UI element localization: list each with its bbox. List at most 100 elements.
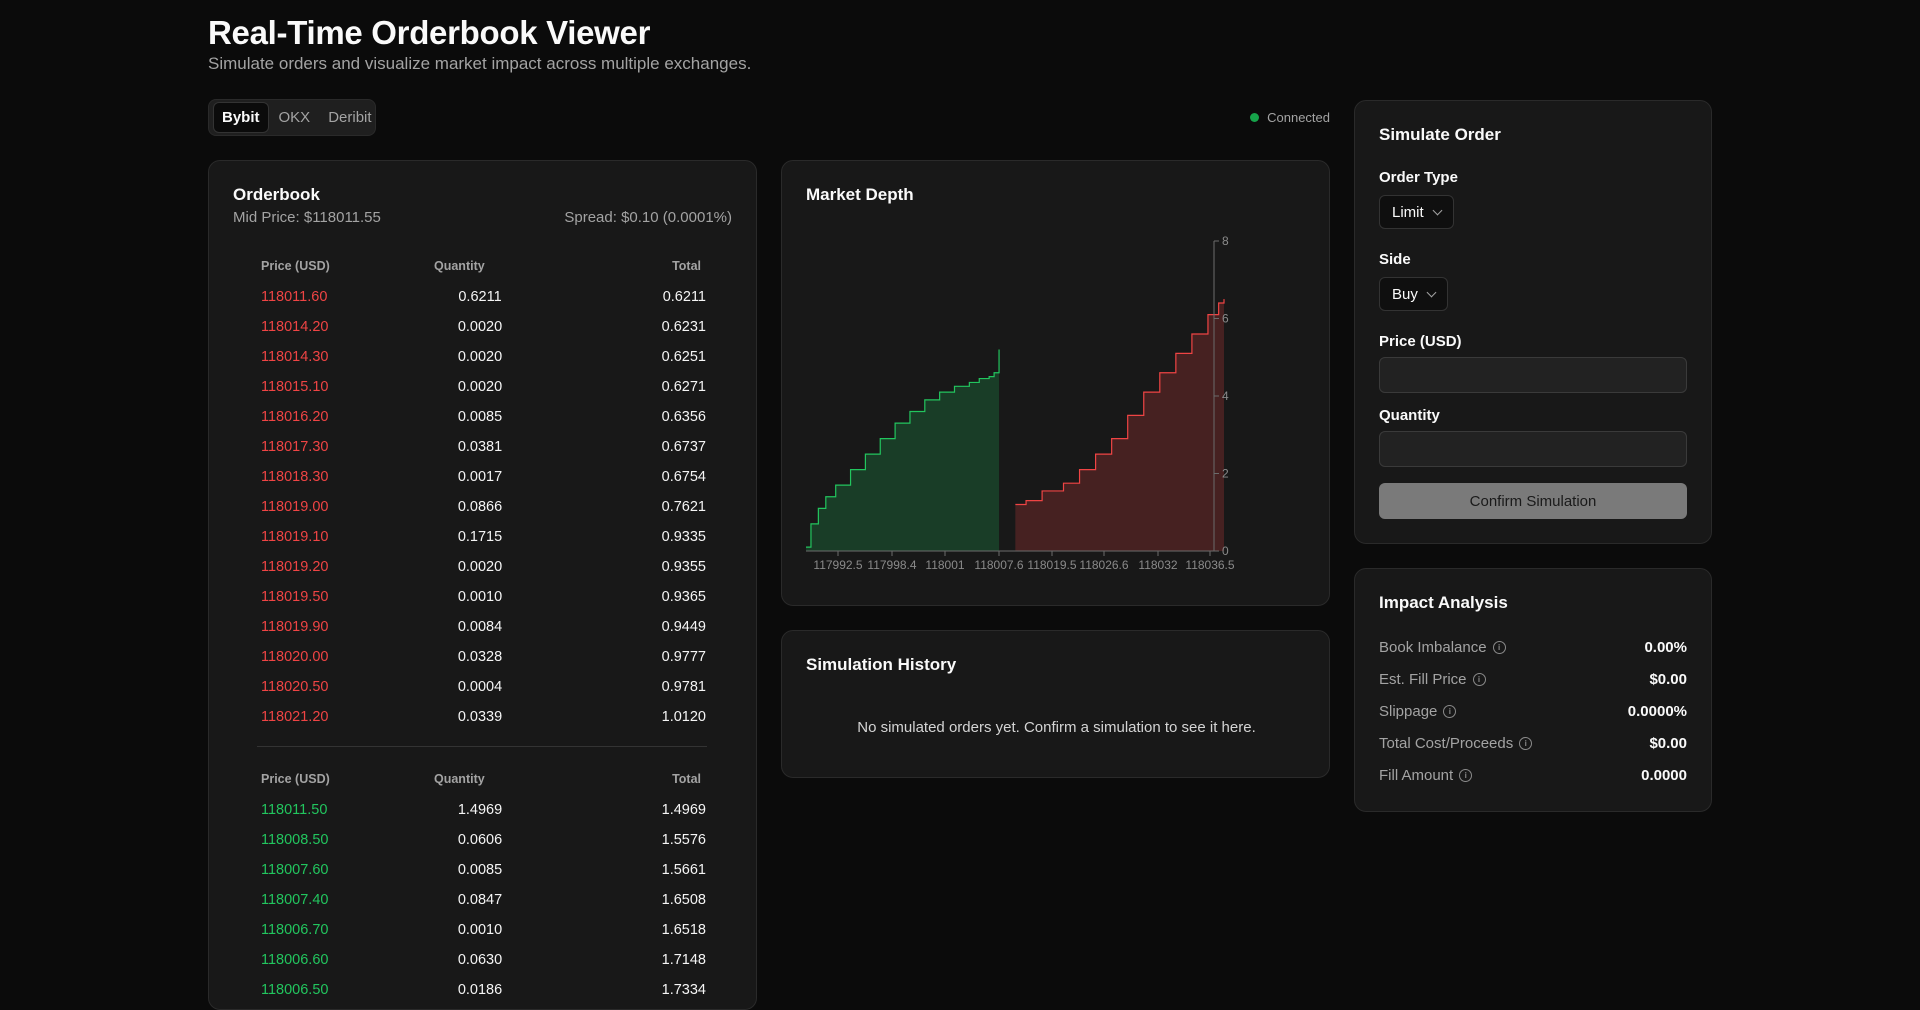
simulation-history-title: Simulation History [806,655,957,674]
tab-bybit[interactable]: Bybit [213,102,269,133]
ask-quantity: 0.0085 [457,409,503,425]
bid-quantity: 0.0630 [457,952,503,968]
ask-row[interactable]: 118019.90 0.0084 0.9449 [209,613,758,643]
ask-row[interactable]: 118018.30 0.0017 0.6754 [209,463,758,493]
asks-col-price: Price (USD) [261,259,330,273]
ask-row[interactable]: 118021.20 0.0339 1.0120 [209,703,758,733]
bid-row[interactable]: 118006.50 0.0186 1.7334 [209,976,758,1006]
ask-row[interactable]: 118017.30 0.0381 0.6737 [209,433,758,463]
bid-price: 118006.60 [261,952,329,968]
y-tick-label: 0 [1222,544,1229,558]
impact-label-text: Book Imbalance [1379,639,1487,656]
confirm-simulation-button[interactable]: Confirm Simulation [1379,483,1687,519]
bids-table-header: Price (USD) Quantity Total [261,772,701,792]
bid-row[interactable]: 118011.50 1.4969 1.4969 [209,796,758,826]
orderbook-title: Orderbook [233,185,320,204]
ask-row[interactable]: 118015.10 0.0020 0.6271 [209,373,758,403]
ask-total: 0.9365 [661,589,706,605]
ask-row[interactable]: 118020.50 0.0004 0.9781 [209,673,758,703]
mid-price: Mid Price: $118011.55 [233,209,381,226]
impact-value: 0.0000% [1627,703,1687,720]
bid-row[interactable]: 118006.60 0.0630 1.7148 [209,946,758,976]
ask-price: 118020.00 [261,649,329,665]
ask-price: 118016.20 [261,409,329,425]
x-tick-label: 118007.6 [974,558,1023,572]
info-icon[interactable]: i [1443,705,1457,718]
status-dot-icon [1250,113,1260,122]
bid-row[interactable]: 118006.70 0.0010 1.6518 [209,916,758,946]
ask-price: 118014.20 [261,319,329,335]
side-select[interactable]: Buy [1379,277,1448,311]
x-tick-label: 117992.5 [813,558,862,572]
y-tick-label: 8 [1222,234,1229,248]
ask-price: 118018.30 [261,469,329,485]
info-icon[interactable]: i [1472,673,1486,686]
y-tick-label: 6 [1222,312,1229,326]
page-subtitle: Simulate orders and visualize market imp… [208,54,752,73]
ask-row[interactable]: 118019.20 0.0020 0.9355 [209,553,758,583]
ask-quantity: 0.0381 [457,439,503,455]
orderbook-card: Orderbook Mid Price: $118011.55 Spread: … [208,160,757,1010]
quantity-input[interactable] [1379,431,1687,467]
bid-total: 1.4969 [661,802,706,818]
impact-label: Book Imbalance i [1379,639,1506,656]
impact-value: 0.00% [1644,639,1687,656]
ask-quantity: 0.0020 [457,379,503,395]
ask-row[interactable]: 118019.00 0.0866 0.7621 [209,493,758,523]
ask-total: 0.6356 [661,409,706,425]
ask-total: 0.6251 [661,349,706,365]
bid-price: 118007.60 [261,862,329,878]
x-tick-label: 117998.4 [867,558,916,572]
ask-row[interactable]: 118020.00 0.0328 0.9777 [209,643,758,673]
impact-row: Slippage i 0.0000% [1379,703,1687,725]
bid-price: 118006.70 [261,922,329,938]
ask-total: 0.6231 [661,319,706,335]
ask-price: 118019.90 [261,619,329,635]
ask-total: 0.9335 [661,529,706,545]
impact-analysis-card: Impact Analysis Book Imbalance i 0.00% Est.… [1354,568,1712,812]
bids-col-total: Total [672,772,701,786]
bid-quantity: 0.0606 [457,832,503,848]
ask-row[interactable]: 118011.60 0.6211 0.6211 [209,283,758,313]
tab-okx[interactable]: OKX [271,103,319,132]
impact-row: Est. Fill Price i $0.00 [1379,671,1687,693]
ask-depth-area [1015,299,1224,551]
ask-total: 0.7621 [661,499,706,515]
orderbook-divider [257,746,707,747]
ask-row[interactable]: 118019.50 0.0010 0.9365 [209,583,758,613]
price-label: Price (USD) [1379,333,1462,350]
ask-total: 1.0120 [661,709,706,725]
info-icon[interactable]: i [1519,737,1533,750]
impact-label: Total Cost/Proceeds i [1379,735,1533,752]
bid-row[interactable]: 118007.40 0.0847 1.6508 [209,886,758,916]
simulate-order-title: Simulate Order [1379,125,1501,144]
bid-row[interactable]: 118008.50 0.0606 1.5576 [209,826,758,856]
bids-col-quantity: Quantity [434,772,485,786]
ask-quantity: 0.0339 [457,709,503,725]
ask-row[interactable]: 118014.20 0.0020 0.6231 [209,313,758,343]
ask-total: 0.9781 [661,679,706,695]
info-icon[interactable]: i [1459,769,1473,782]
x-tick-label: 118019.5 [1027,558,1076,572]
ask-row[interactable]: 118014.30 0.0020 0.6251 [209,343,758,373]
impact-label: Est. Fill Price i [1379,671,1486,688]
bid-quantity: 1.4969 [457,802,503,818]
ask-quantity: 0.0017 [457,469,503,485]
ask-row[interactable]: 118016.20 0.0085 0.6356 [209,403,758,433]
info-icon[interactable]: i [1492,641,1506,654]
price-input[interactable] [1379,357,1687,393]
impact-label-text: Total Cost/Proceeds [1379,735,1514,752]
bid-row[interactable]: 118007.60 0.0085 1.5661 [209,856,758,886]
tab-deribit[interactable]: Deribit [320,103,379,132]
ask-price: 118021.20 [261,709,329,725]
ask-quantity: 0.0020 [457,349,503,365]
order-type-select[interactable]: Limit [1379,195,1454,229]
ask-quantity: 0.0004 [457,679,503,695]
bid-quantity: 0.0085 [457,862,503,878]
impact-label-text: Fill Amount [1379,767,1454,784]
ask-row[interactable]: 118019.10 0.1715 0.9335 [209,523,758,553]
ask-price: 118015.10 [261,379,329,395]
y-tick-label: 4 [1222,389,1229,403]
ask-quantity: 0.0328 [457,649,503,665]
impact-row: Book Imbalance i 0.00% [1379,639,1687,661]
